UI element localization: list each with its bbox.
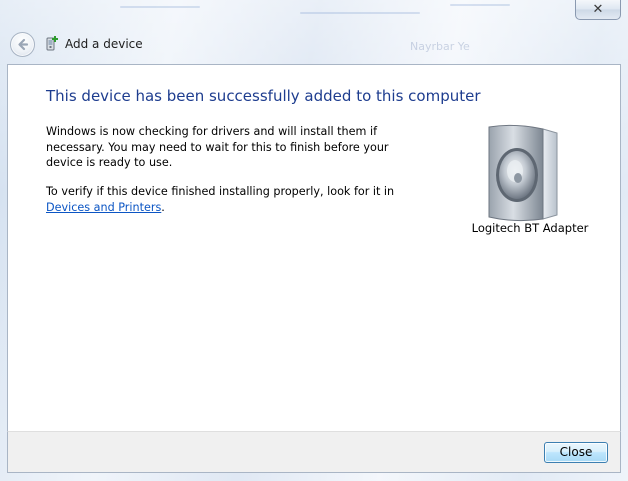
close-button[interactable]: Close <box>544 442 608 463</box>
verify-text: To verify if this device finished instal… <box>46 185 395 198</box>
glass-streak <box>450 4 510 6</box>
speaker-icon <box>485 123 565 223</box>
verify-paragraph: To verify if this device finished instal… <box>46 184 426 215</box>
footer-bar: Close <box>7 431 621 473</box>
background-blur-text: Nayrbar Ye <box>410 40 470 53</box>
info-paragraph: Windows is now checking for drivers and … <box>46 125 389 169</box>
verify-period: . <box>161 200 165 214</box>
back-button[interactable] <box>10 32 35 57</box>
add-device-icon <box>46 36 58 51</box>
window-close-button[interactable]: ✕ <box>575 0 621 20</box>
back-arrow-icon <box>18 38 29 51</box>
close-icon: ✕ <box>592 2 604 17</box>
glass-streak <box>300 12 420 14</box>
header-title: Add a device <box>65 37 143 51</box>
content-pane: This device has been successfully added … <box>7 64 621 431</box>
devices-and-printers-link[interactable]: Devices and Printers <box>46 201 161 214</box>
page-title: This device has been successfully added … <box>46 87 481 105</box>
device-name-label: Logitech BT Adapter <box>471 221 589 235</box>
glass-streak <box>120 6 200 8</box>
